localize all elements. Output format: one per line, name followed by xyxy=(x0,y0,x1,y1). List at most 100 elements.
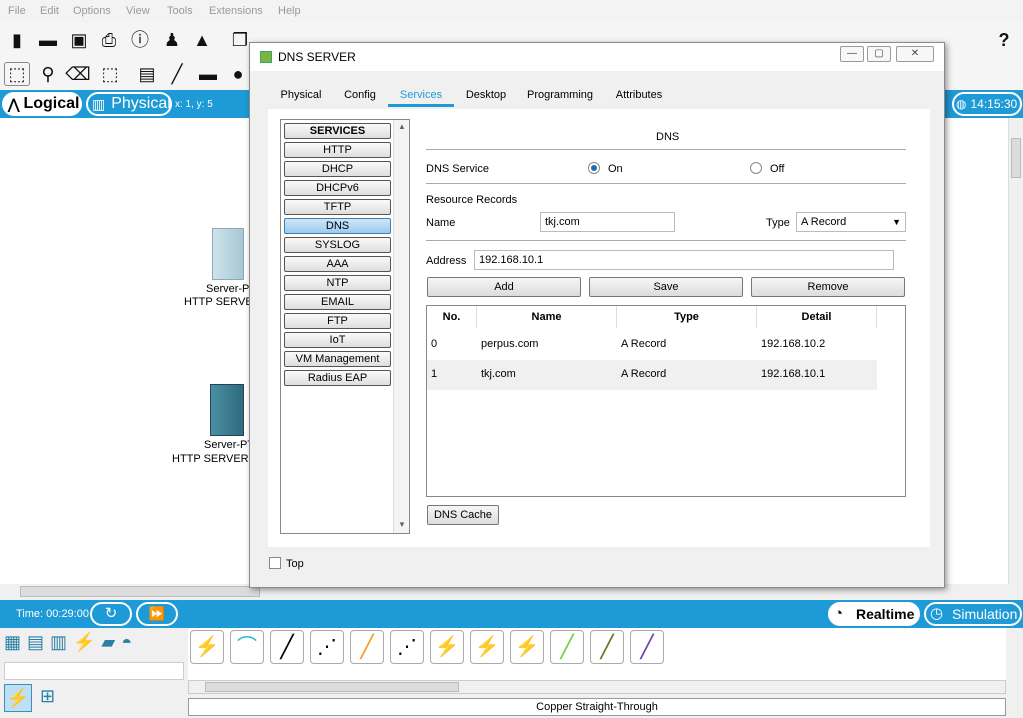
service-iot[interactable]: IoT xyxy=(284,332,391,348)
copper-cross-icon[interactable]: ⋰ xyxy=(310,630,344,664)
menu-options[interactable]: Options xyxy=(73,5,111,17)
activity-wizard-icon[interactable]: ▲ xyxy=(190,28,214,52)
dns-off-radio[interactable] xyxy=(750,162,762,174)
time-bar: Time: 00:29:00 ↻ ⏩ ◔ Realtime ◷ Simulati… xyxy=(0,600,1023,628)
network-info-icon[interactable]: ♟ xyxy=(160,28,184,52)
workspace-vertical-scrollbar[interactable] xyxy=(1008,118,1023,584)
service-tftp[interactable]: TFTP xyxy=(284,199,391,215)
service-dhcpv6[interactable]: DHCPv6 xyxy=(284,180,391,196)
services-header: SERVICES xyxy=(284,123,391,139)
menu-view[interactable]: View xyxy=(126,5,150,17)
device-search-field[interactable] xyxy=(4,662,184,680)
row-detail: 192.168.10.2 xyxy=(761,338,826,350)
help-icon[interactable]: ? xyxy=(992,28,1016,52)
draw-line-icon[interactable]: ╱ xyxy=(166,62,188,86)
menu-file[interactable]: File xyxy=(8,5,26,17)
table-row[interactable]: 0 perpus.com A Record 192.168.10.2 xyxy=(427,330,877,360)
menu-extensions[interactable]: Extensions xyxy=(209,5,263,17)
menu-tools[interactable]: Tools xyxy=(167,5,193,17)
service-dhcp[interactable]: DHCP xyxy=(284,161,391,177)
grid-icon[interactable]: ⊞ xyxy=(40,686,60,710)
service-aaa[interactable]: AAA xyxy=(284,256,391,272)
connections-category-icon[interactable]: ⚡ xyxy=(4,684,32,712)
service-radius-eap[interactable]: Radius EAP xyxy=(284,370,391,386)
server-icon[interactable] xyxy=(210,384,244,436)
top-checkbox[interactable] xyxy=(269,557,281,569)
address-input[interactable]: 192.168.10.1 xyxy=(474,250,894,270)
scroll-up-icon[interactable]: ▲ xyxy=(398,122,406,131)
physical-label: Physical xyxy=(111,95,171,112)
tab-attributes[interactable]: Attributes xyxy=(606,83,672,107)
open-folder-icon[interactable]: ▬ xyxy=(36,28,60,52)
auto-cable-icon[interactable]: ⚡ xyxy=(190,630,224,664)
scroll-thumb[interactable] xyxy=(1011,138,1021,178)
device-category-icons[interactable]: ▦▤▥⚡▰◓ xyxy=(4,632,154,660)
physical-view-button[interactable]: ▥ Physical xyxy=(86,92,172,116)
tab-config[interactable]: Config xyxy=(336,83,384,107)
service-syslog[interactable]: SYSLOG xyxy=(284,237,391,253)
divider xyxy=(426,149,906,150)
tab-programming[interactable]: Programming xyxy=(520,83,600,107)
usb-cable-icon[interactable]: ╱ xyxy=(630,630,664,664)
service-http[interactable]: HTTP xyxy=(284,142,391,158)
new-file-icon[interactable]: ▮ xyxy=(6,28,28,52)
tab-physical[interactable]: Physical xyxy=(266,83,336,107)
table-row[interactable]: 1 tkj.com A Record 192.168.10.1 xyxy=(427,360,877,390)
note-icon[interactable]: ▤ xyxy=(136,62,158,86)
delete-icon[interactable]: ⌫ xyxy=(65,62,90,86)
services-scrollbar[interactable]: ▲ ▼ xyxy=(393,120,409,533)
info-icon[interactable]: ⓘ xyxy=(128,28,152,52)
service-vm-management[interactable]: VM Management xyxy=(284,351,391,367)
save-icon[interactable]: ▣ xyxy=(67,28,91,52)
column-header-detail: Detail xyxy=(757,306,877,328)
service-ftp[interactable]: FTP xyxy=(284,313,391,329)
simulation-mode-button[interactable]: ◷ Simulation xyxy=(924,602,1022,626)
copper-straight-icon[interactable]: ╱ xyxy=(270,630,304,664)
iot-custom-cable-icon[interactable]: ╱ xyxy=(590,630,624,664)
service-dns[interactable]: DNS xyxy=(284,218,391,234)
phone-cable-icon[interactable]: ⋰ xyxy=(390,630,424,664)
console-cable-icon[interactable]: ⌒ xyxy=(230,630,264,664)
resize-icon[interactable]: ⬚ xyxy=(98,62,122,86)
zoom-inspect-icon[interactable]: ⚲ xyxy=(36,62,60,86)
maximize-button[interactable]: ▢ xyxy=(867,46,891,62)
cable-list-scrollbar[interactable] xyxy=(188,680,1006,694)
coaxial-cable-icon[interactable]: ⚡ xyxy=(430,630,464,664)
tab-desktop[interactable]: Desktop xyxy=(458,83,514,107)
scroll-thumb[interactable] xyxy=(205,682,459,692)
menu-edit[interactable]: Edit xyxy=(40,5,59,17)
dns-cache-button[interactable]: DNS Cache xyxy=(427,505,499,525)
serial-dce-icon[interactable]: ⚡ xyxy=(470,630,504,664)
minimize-button[interactable]: — xyxy=(840,46,864,62)
save-button[interactable]: Save xyxy=(589,277,743,297)
fiber-cable-icon[interactable]: ╱ xyxy=(350,630,384,664)
draw-rectangle-icon[interactable]: ▬ xyxy=(196,62,220,86)
dialog-titlebar[interactable]: DNS SERVER — ▢ ✕ xyxy=(250,43,944,71)
tab-services[interactable]: Services xyxy=(388,83,454,107)
scroll-down-icon[interactable]: ▼ xyxy=(398,520,406,529)
serial-dte-icon[interactable]: ⚡ xyxy=(510,630,544,664)
realtime-mode-button[interactable]: ◔ Realtime xyxy=(828,602,920,626)
remove-button[interactable]: Remove xyxy=(751,277,905,297)
logical-icon: ⋀ xyxy=(8,95,20,112)
copy-icon[interactable]: ❐ xyxy=(230,28,250,52)
dns-on-radio[interactable] xyxy=(588,162,600,174)
fast-forward-button[interactable]: ⏩ xyxy=(136,602,178,626)
scroll-thumb[interactable] xyxy=(20,586,260,597)
column-header-name: Name xyxy=(477,306,617,328)
logical-view-button[interactable]: ⋀ Logical xyxy=(2,92,82,116)
server-icon[interactable] xyxy=(212,228,244,280)
select-icon[interactable]: ⬚ xyxy=(4,62,30,86)
type-select[interactable]: A Record ▼ xyxy=(796,212,906,232)
power-cycle-button[interactable]: ↻ xyxy=(90,602,132,626)
service-ntp[interactable]: NTP xyxy=(284,275,391,291)
add-button[interactable]: Add xyxy=(427,277,581,297)
print-icon[interactable]: ⎙ xyxy=(97,28,121,52)
service-email[interactable]: EMAIL xyxy=(284,294,391,310)
name-input[interactable]: tkj.com xyxy=(540,212,675,232)
octal-cable-icon[interactable]: ╱ xyxy=(550,630,584,664)
close-button[interactable]: ✕ xyxy=(896,46,934,62)
draw-ellipse-icon[interactable]: ● xyxy=(228,62,248,86)
device-name: Server-P xyxy=(206,283,250,295)
menu-help[interactable]: Help xyxy=(278,5,301,17)
